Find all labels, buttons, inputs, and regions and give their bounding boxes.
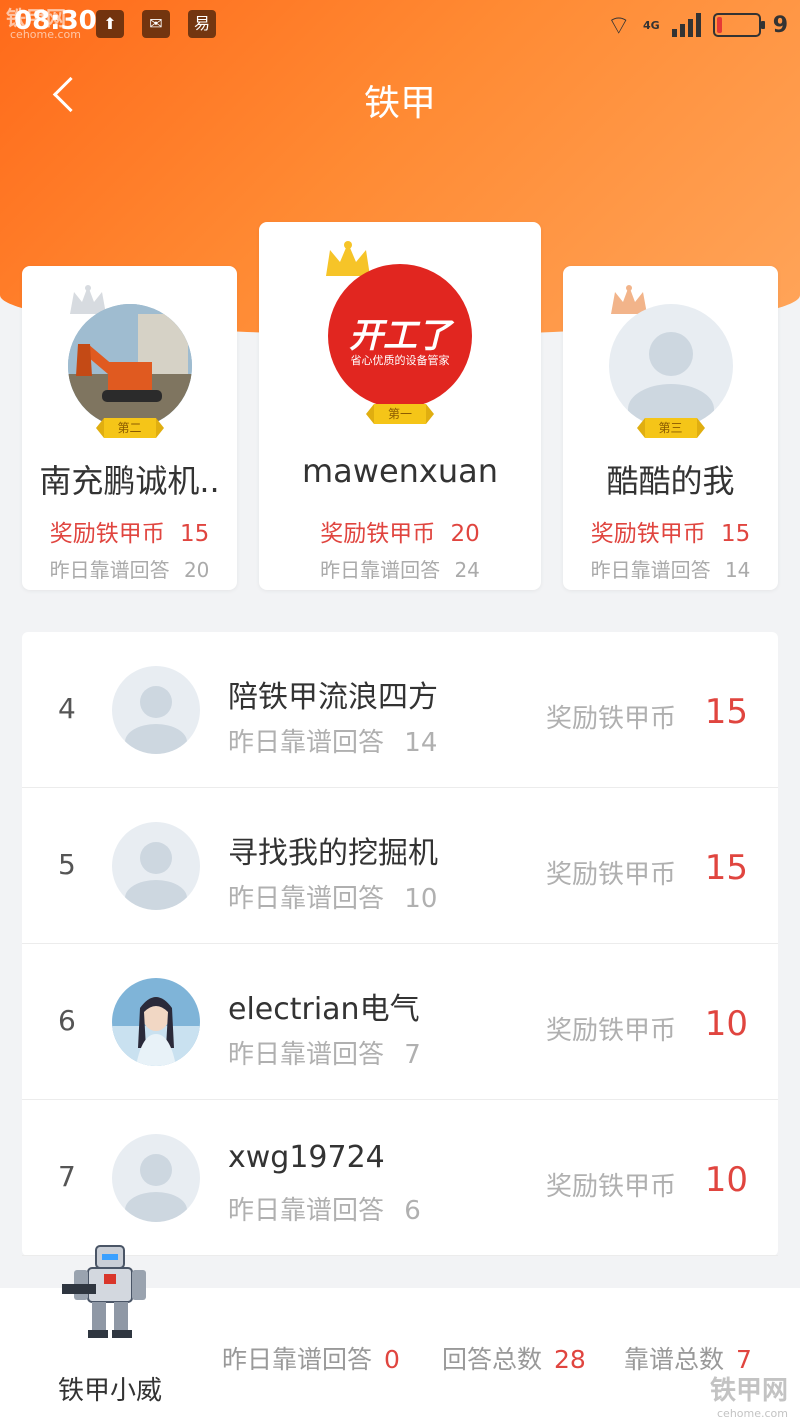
answers-line: 昨日靠谱回答 6 — [228, 1190, 421, 1227]
rank-number: 4 — [58, 692, 76, 725]
signal-icon — [671, 13, 701, 37]
rank-badge: 第一 — [365, 404, 435, 424]
rank-number: 5 — [58, 848, 76, 881]
user-name: xwg19724 — [228, 1140, 385, 1175]
my-total-answers: 回答总数 28 — [442, 1340, 586, 1376]
answers-value: 6 — [404, 1196, 421, 1226]
reward-label: 奖励铁甲币 — [49, 521, 165, 547]
answers-value: 20 — [183, 558, 210, 582]
answers-value: 14 — [724, 558, 751, 582]
reward-label: 奖励铁甲币 — [546, 704, 677, 734]
answers-label: 昨日靠谱回答 — [228, 884, 385, 914]
reward-line: 奖励铁甲币 15 — [22, 514, 237, 548]
rank-badge: 第三 — [636, 418, 705, 438]
podium-card-second[interactable]: 第二 南充鹏诚机.. 奖励铁甲币 15 昨日靠谱回答 20 — [22, 266, 237, 590]
reward-line: 奖励铁甲币 20 — [259, 514, 541, 548]
list-item[interactable]: 7 xwg19724 昨日靠谱回答 6 奖励铁甲币 10 — [22, 1100, 778, 1256]
default-avatar-icon — [608, 304, 733, 428]
answers-value: 7 — [404, 1040, 421, 1070]
answers-line: 昨日靠谱回答 14 — [228, 722, 437, 759]
answers-line: 昨日靠谱回答 14 — [563, 554, 778, 583]
user-name: mawenxuan — [301, 452, 499, 490]
app-notification-icon: 易 — [188, 10, 216, 38]
answers-line: 昨日靠谱回答 24 — [259, 554, 541, 583]
answers-value: 14 — [404, 728, 438, 758]
answers-line: 昨日靠谱回答 20 — [22, 554, 237, 583]
answers-line: 昨日靠谱回答 7 — [228, 1034, 421, 1071]
user-name: 酷酷的我 — [606, 462, 735, 500]
rank-number: 7 — [58, 1160, 76, 1193]
mail-icon: ✉ — [142, 10, 170, 38]
brand-logo: 开工了 省心优质的设备管家 — [328, 264, 472, 408]
reward-value: 10 — [704, 1004, 748, 1044]
rank-badge: 第二 — [95, 418, 164, 438]
answers-label: 昨日靠谱回答 — [228, 1196, 385, 1226]
status-time: 08:30 — [14, 6, 97, 36]
default-avatar-icon — [112, 1134, 200, 1222]
answers-label: 昨日靠谱回答 — [228, 1040, 385, 1070]
stat-label: 昨日靠谱回答 — [222, 1345, 373, 1374]
ranking-list: 4 陪铁甲流浪四方 昨日靠谱回答 14 奖励铁甲币 15 5 寻找我的挖掘机 昨… — [22, 632, 778, 1256]
reward-label: 奖励铁甲币 — [590, 521, 706, 547]
reward-label: 奖励铁甲币 — [546, 1172, 677, 1202]
status-bar: 铁甲网 cehome.com 08:30 ⬆ ✉ 易 ⌔ 4G 9 — [0, 0, 800, 50]
reward-label: 奖励铁甲币 — [546, 1016, 677, 1046]
watermark-logo: 铁甲网 cehome.com — [709, 1376, 788, 1420]
answers-value: 10 — [404, 884, 438, 914]
stat-label: 回答总数 — [442, 1345, 543, 1374]
user-name: 陪铁甲流浪四方 — [228, 680, 438, 715]
answers-label: 昨日靠谱回答 — [320, 558, 441, 582]
robot-avatar-icon[interactable] — [60, 1242, 160, 1342]
stat-value: 28 — [554, 1345, 586, 1374]
user-name: 寻找我的挖掘机 — [228, 836, 438, 871]
podium-card-first[interactable]: 开工了 省心优质的设备管家 第一 mawenxuan 奖励铁甲币 20 昨日靠谱… — [259, 222, 541, 590]
reward-value: 15 — [704, 692, 748, 732]
stat-value: 0 — [384, 1345, 400, 1374]
reward-label: 奖励铁甲币 — [546, 860, 677, 890]
user-name: 南充鹏诚机.. — [39, 462, 220, 500]
list-item[interactable]: 5 寻找我的挖掘机 昨日靠谱回答 10 奖励铁甲币 15 — [22, 788, 778, 944]
avatar-first: 开工了 省心优质的设备管家 第一 — [326, 241, 474, 424]
default-avatar-icon — [112, 822, 200, 910]
my-yesterday-answers: 昨日靠谱回答 0 — [222, 1340, 400, 1376]
default-avatar-icon — [112, 666, 200, 754]
reward-value: 15 — [180, 521, 210, 547]
list-item[interactable]: 6 electrian电气 昨日靠谱回答 7 奖励铁甲币 10 — [22, 944, 778, 1100]
page-title: 铁甲 — [363, 83, 436, 124]
answers-label: 昨日靠谱回答 — [228, 728, 385, 758]
reward-value: 15 — [721, 521, 751, 547]
list-item[interactable]: 4 陪铁甲流浪四方 昨日靠谱回答 14 奖励铁甲币 15 — [22, 632, 778, 788]
upload-icon: ⬆ — [96, 10, 124, 38]
answers-label: 昨日靠谱回答 — [49, 558, 170, 582]
user-name: electrian电气 — [228, 992, 420, 1027]
rank-number: 6 — [58, 1004, 76, 1037]
avatar-second: 第二 — [66, 285, 194, 438]
battery-level: 9 — [772, 12, 788, 38]
reward-line: 奖励铁甲币 15 — [563, 514, 778, 548]
reward-value: 20 — [450, 521, 480, 547]
reward-label: 奖励铁甲币 — [320, 521, 436, 547]
reward-value: 15 — [704, 848, 748, 888]
my-name: 铁甲小威 — [58, 1376, 163, 1406]
reward-value: 10 — [704, 1160, 748, 1200]
my-stats-bar: 铁甲小威 昨日靠谱回答 0 回答总数 28 靠谱总数 7 铁甲网 cehome.com — [0, 1245, 800, 1422]
wifi-icon: ⌔ — [606, 10, 631, 41]
avatar-third: 第三 — [607, 285, 735, 438]
answers-line: 昨日靠谱回答 10 — [228, 878, 437, 915]
answers-label: 昨日靠谱回答 — [590, 558, 711, 582]
status-right: ⌔ 4G 9 — [606, 10, 788, 41]
avatar — [112, 978, 200, 1066]
podium-card-third[interactable]: 第三 酷酷的我 奖励铁甲币 15 昨日靠谱回答 14 — [563, 266, 778, 590]
answers-value: 24 — [454, 558, 480, 582]
battery-icon — [712, 13, 765, 37]
network-type: 4G — [643, 18, 660, 32]
